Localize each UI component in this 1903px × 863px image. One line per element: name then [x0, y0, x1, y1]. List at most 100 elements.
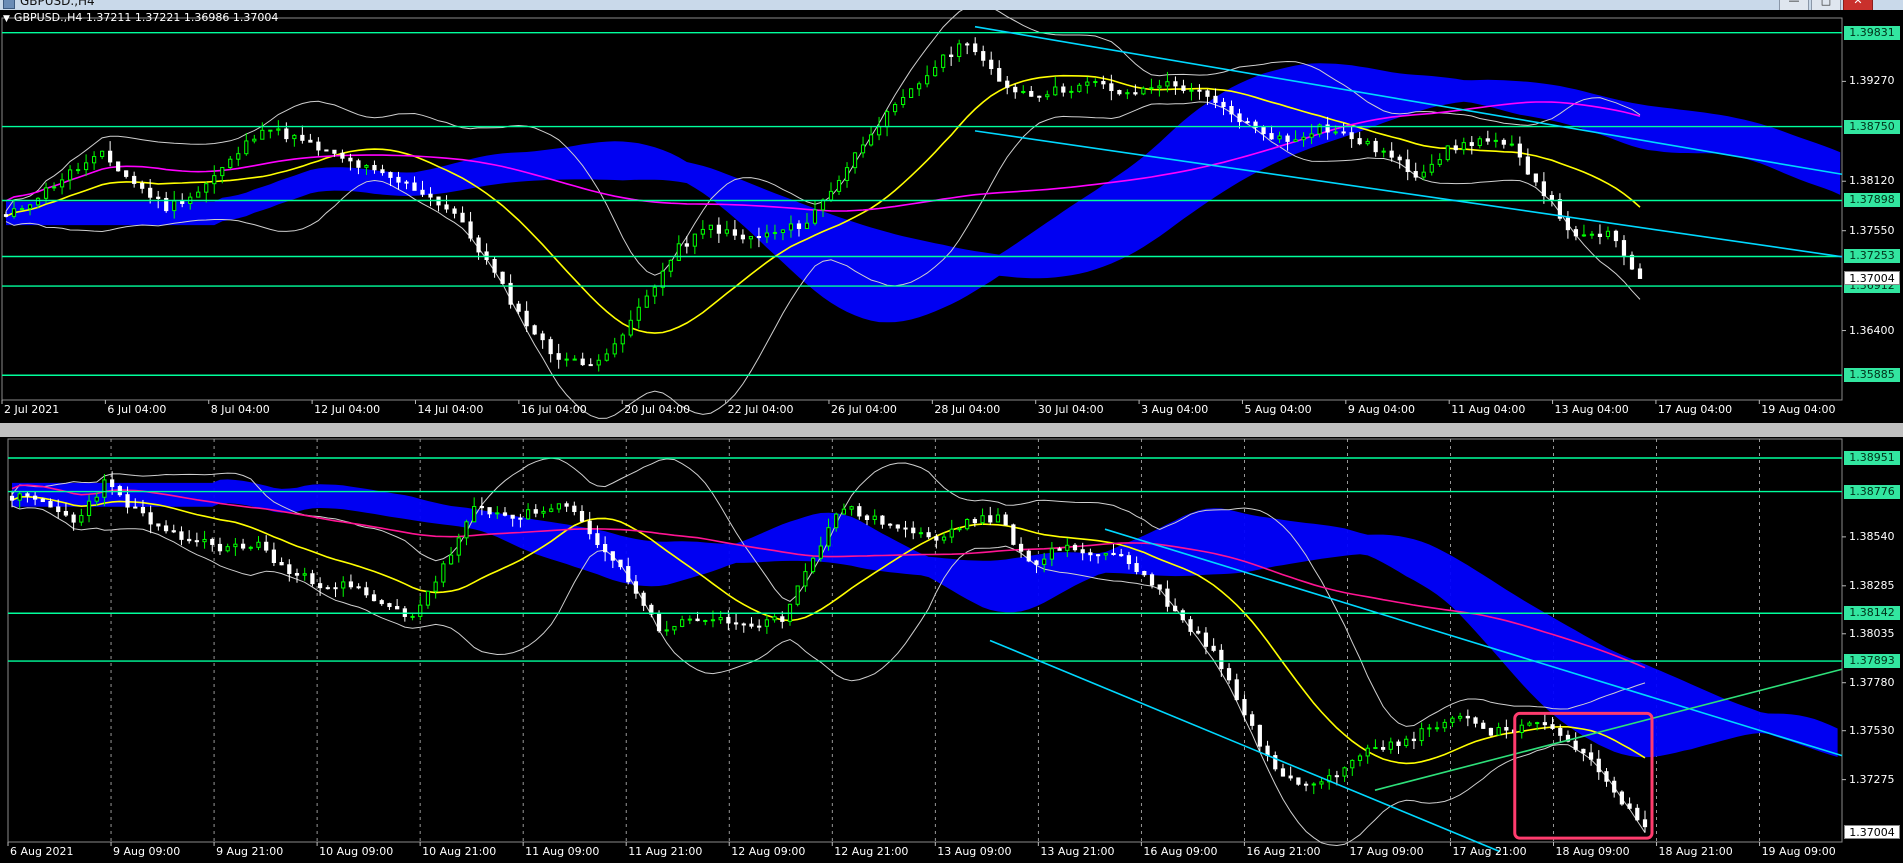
candle-body	[40, 498, 45, 503]
candle-body	[318, 583, 323, 589]
time-label: 12 Aug 09:00	[731, 845, 806, 858]
candle-body	[19, 208, 25, 211]
candle-body	[1173, 605, 1178, 612]
candle-body	[148, 512, 153, 525]
candle-body	[1149, 87, 1154, 90]
candle-body	[1542, 722, 1547, 726]
candle-body	[372, 164, 377, 171]
candle-body	[644, 295, 649, 308]
candle-body	[1111, 552, 1116, 556]
candle-body	[187, 538, 192, 542]
candle-body	[94, 496, 99, 502]
time-label: 9 Aug 09:00	[113, 845, 181, 858]
time-label: 12 Aug 21:00	[834, 845, 909, 858]
candle-body	[664, 629, 669, 632]
candle-body	[995, 514, 1001, 523]
candle-body	[1261, 126, 1266, 135]
candle-body	[810, 557, 816, 573]
price-chart-bottom[interactable]	[0, 437, 1903, 863]
price-label: 1.38285	[1849, 578, 1895, 592]
trend-line	[974, 25, 1843, 176]
candle-body	[864, 515, 870, 521]
candle-body	[564, 358, 569, 361]
candle-body	[348, 581, 354, 588]
candle-body	[456, 537, 461, 556]
candle-body	[1504, 727, 1509, 731]
candle-body	[588, 364, 593, 367]
time-label: 10 Aug 21:00	[422, 845, 497, 858]
candle-body	[1389, 150, 1394, 158]
candle-body	[803, 571, 808, 587]
candle-body	[1381, 747, 1386, 750]
candle-body	[917, 83, 922, 90]
candle-body	[572, 505, 577, 512]
candle-body	[1165, 81, 1170, 87]
candle-body	[680, 619, 685, 627]
candle-body	[1517, 143, 1522, 158]
time-label: 9 Aug 04:00	[1347, 403, 1415, 416]
time-label: 11 Aug 09:00	[525, 845, 600, 858]
candle-body	[965, 43, 970, 46]
candle-body	[333, 587, 338, 590]
candle-body	[225, 546, 230, 552]
candle-body	[1629, 254, 1635, 270]
candle-body	[43, 187, 49, 199]
collapse-triangle-icon[interactable]: ▼	[3, 14, 10, 24]
chart-panel-top[interactable]: ▼ GBPUSD.,H4 1.37211 1.37221 1.36986 1.37…	[0, 10, 1903, 423]
candle-body	[726, 616, 731, 624]
candle-body	[1342, 767, 1347, 777]
candle-body	[71, 514, 76, 523]
candle-body	[256, 541, 261, 548]
minimize-button[interactable]: —	[1779, 0, 1809, 10]
candle-body	[1280, 768, 1286, 777]
candle-body	[140, 506, 146, 514]
candle-body	[1269, 133, 1274, 140]
candle-body	[236, 153, 241, 160]
price-label: 1.37530	[1849, 723, 1895, 737]
candle-body	[1613, 230, 1619, 242]
candle-body	[860, 144, 866, 154]
candle-body	[1642, 819, 1648, 828]
candle-body	[1117, 90, 1122, 95]
chart-info-line: ▼ GBPUSD.,H4 1.37211 1.37221 1.36986 1.37…	[3, 11, 278, 24]
candle-body	[1080, 549, 1085, 554]
candle-body	[133, 506, 138, 509]
candle-body	[356, 586, 361, 589]
price-level-tag: 1.38142	[1844, 606, 1900, 621]
candle-body	[1093, 81, 1098, 84]
candle-body	[633, 581, 639, 594]
candle-body	[676, 243, 681, 261]
candle-body	[1197, 89, 1202, 92]
candle-body	[86, 500, 92, 517]
candle-body	[356, 160, 361, 168]
candle-body	[587, 520, 592, 535]
chart-panel-bottom[interactable]: 1.38951 1.38776 1.38142 1.37893 1.38540 1.382…	[0, 437, 1903, 863]
candle-body	[1349, 132, 1354, 140]
candle-body	[828, 190, 834, 201]
candle-body	[660, 270, 665, 288]
candle-body	[1301, 136, 1306, 141]
candle-body	[220, 167, 225, 177]
panel-separator[interactable]	[0, 423, 1903, 437]
candle-body	[1350, 759, 1355, 769]
window-titlebar[interactable]: GBPUSD.,H4 — □ ✕	[0, 0, 1903, 10]
price-chart-top[interactable]	[0, 10, 1903, 423]
candle-body	[1442, 721, 1447, 729]
candle-body	[240, 543, 246, 549]
close-button[interactable]: ✕	[1843, 0, 1873, 10]
candle-body	[796, 223, 802, 229]
candle-body	[479, 506, 484, 509]
candle-body	[541, 510, 546, 514]
maximize-button[interactable]: □	[1811, 0, 1841, 10]
candle-body	[1288, 775, 1293, 779]
candle-body	[965, 519, 970, 530]
price-level-tag: 1.35885	[1844, 368, 1900, 383]
candle-body	[204, 183, 209, 193]
candle-body	[1365, 747, 1370, 757]
time-label: 19 Aug 04:00	[1761, 403, 1836, 416]
time-label: 3 Aug 04:00	[1141, 403, 1209, 416]
price-level-tag: 1.38750	[1844, 119, 1900, 134]
candle-body	[1188, 619, 1193, 632]
price-label: 1.37275	[1849, 772, 1895, 786]
candle-body	[604, 353, 609, 361]
